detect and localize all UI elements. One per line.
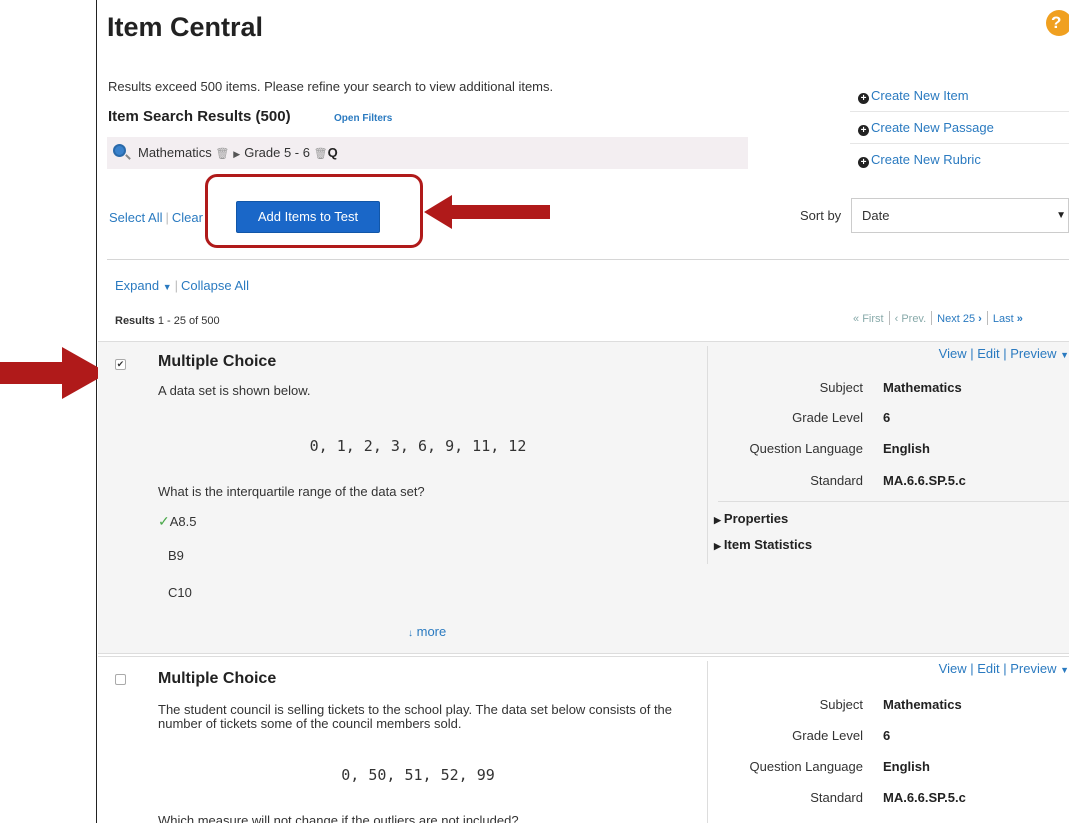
select-all-link[interactable]: Select All [109,210,162,225]
window-left-border [96,0,97,823]
check-icon: ✓ [158,513,170,529]
item-actions[interactable]: View | Edit | Preview ▼ [939,661,1069,676]
create-links: + Create New Item + Create New Passage + Cr… [850,80,1069,176]
divider [107,259,1069,260]
item-dataset: 0, 50, 51, 52, 99 [341,766,495,784]
item-checkbox[interactable] [115,674,126,685]
choice-c: C10 [168,585,192,600]
annotation-highlight-box [205,174,423,248]
pager-prev[interactable]: ‹ Prev. [895,313,927,325]
pagination: « First ‹ Prev. Next 25 › Last » [853,311,1023,325]
dropdown-caret-icon: ▼ [1056,210,1066,221]
choice-a: ✓A8.5 [158,513,197,529]
clear-link[interactable]: Clear [172,210,203,225]
pager-first[interactable]: « First [853,313,884,325]
create-new-rubric-link[interactable]: + Create New Rubric [850,144,1069,176]
expand-collapse-controls: Expand ▼ | Collapse All [115,278,249,293]
pager-next[interactable]: Next 25 › [937,313,982,325]
item-question: What is the interquartile range of the d… [158,484,425,499]
list-item: Multiple Choice The student council is s… [98,656,1069,823]
magnifier-icon[interactable]: Q [328,145,338,160]
sort-select[interactable]: Date ▼ [851,198,1069,233]
filter-grade: Grade 5 - 6 [244,145,310,160]
item-type: Multiple Choice [158,670,277,687]
caret-right-icon: ▶ [714,515,721,525]
create-new-item-link[interactable]: + Create New Item [850,80,1069,112]
filter-breadcrumb: Mathematics 🗑 ▶ Grade 5 - 6 🗑Q [107,137,748,169]
plus-circle-icon: + [858,93,869,104]
item-type: Multiple Choice [158,353,277,370]
meta-divider [718,501,1069,502]
chevron-down-icon: ▼ [1060,350,1069,360]
trash-icon[interactable]: 🗑 [215,148,229,160]
caret-right-icon: ▶ [233,149,241,159]
open-filters-link[interactable]: Open Filters [334,113,392,124]
expand-dropdown[interactable]: Expand ▼ [115,278,172,293]
item-stem: A data set is shown below. [158,383,311,398]
plus-circle-icon: + [858,157,869,168]
item-divider [707,346,708,564]
annotation-arrow-right [0,347,108,399]
search-icon[interactable] [113,144,126,157]
chevron-down-icon: ▼ [1060,665,1069,675]
filter-subject: Mathematics [138,145,212,160]
caret-right-icon: ▶ [714,541,721,551]
item-checkbox[interactable]: ✔ [115,359,126,370]
item-divider [707,661,708,823]
more-link[interactable]: ↓ more [408,624,446,639]
results-title: Item Search Results (500) [108,108,291,125]
pager-last[interactable]: Last » [993,313,1023,325]
page-title: Item Central [107,12,264,42]
create-new-passage-link[interactable]: + Create New Passage [850,112,1069,144]
help-icon[interactable]: ? [1046,10,1069,36]
item-statistics-toggle[interactable]: ▶ Item Statistics [714,537,812,552]
trash-icon[interactable]: 🗑 [314,148,328,160]
double-chevron-down-icon: ↓ [408,628,413,639]
results-notice: Results exceed 500 items. Please refine … [108,79,554,94]
annotation-arrow-left [424,195,550,229]
item-question: Which measure will not change if the out… [158,813,519,823]
item-dataset: 0, 1, 2, 3, 6, 9, 11, 12 [309,437,527,455]
results-count: Results 1 - 25 of 500 [115,315,220,327]
collapse-all-link[interactable]: Collapse All [181,278,249,293]
plus-circle-icon: + [858,125,869,136]
chevron-down-icon: ▼ [162,282,172,292]
item-stem: The student council is selling tickets t… [158,702,673,731]
choice-b: B9 [168,548,184,563]
item-actions[interactable]: View | Edit | Preview ▼ [939,346,1069,361]
sort-label: Sort by [800,208,842,223]
list-item: ✔ Multiple Choice A data set is shown be… [98,341,1069,654]
properties-toggle[interactable]: ▶ Properties [714,511,788,526]
selection-links: Select All | Clear [109,210,203,225]
